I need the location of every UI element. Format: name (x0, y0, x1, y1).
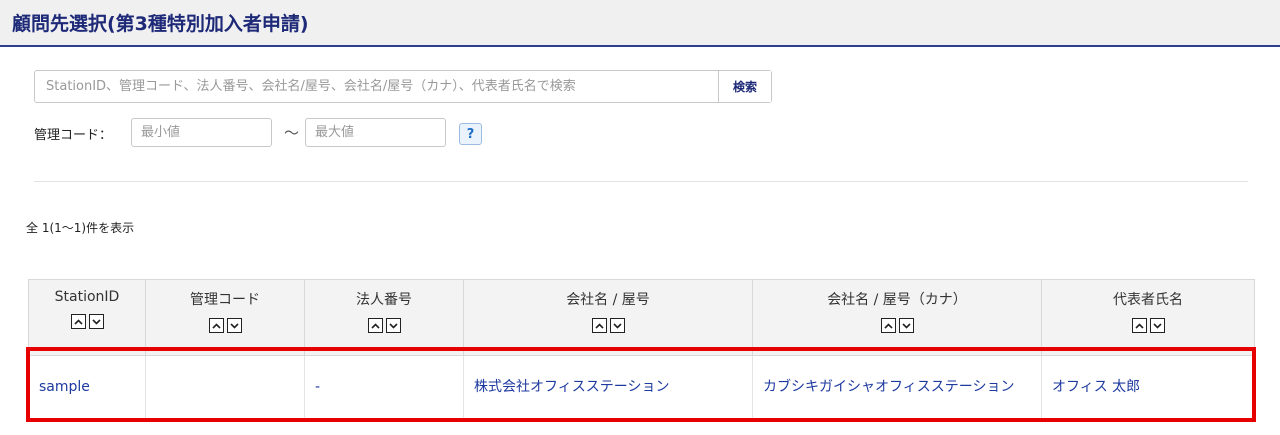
chevron-up-icon[interactable] (1131, 318, 1147, 333)
column-header-station-id: StationID (28, 279, 146, 356)
search-button[interactable]: 検索 (718, 71, 771, 102)
cell-company-name[interactable]: 株式会社オフィスステーション (463, 355, 753, 419)
chevron-up-icon[interactable] (880, 318, 896, 333)
column-header-management-code: 管理コード (145, 279, 305, 356)
sort-controls (880, 318, 914, 333)
column-label: 管理コード (190, 292, 260, 308)
chevron-up-icon[interactable] (591, 318, 607, 333)
cell-representative[interactable]: オフィス 太郎 (1041, 355, 1255, 419)
chevron-down-icon[interactable] (385, 318, 401, 333)
chevron-down-icon[interactable] (898, 318, 914, 333)
chevron-down-icon[interactable] (609, 318, 625, 333)
column-label: 会社名 / 屋号（カナ） (827, 292, 967, 308)
column-label: 代表者氏名 (1113, 292, 1183, 308)
table-row[interactable]: sample - 株式会社オフィスステーション カブシキガイシャオフィスステーシ… (28, 355, 1255, 419)
chevron-up-icon[interactable] (208, 318, 224, 333)
cell-station-id[interactable]: sample (28, 355, 146, 419)
column-header-representative: 代表者氏名 (1041, 279, 1255, 356)
management-code-label: 管理コード： (34, 128, 113, 143)
chevron-up-icon[interactable] (367, 318, 383, 333)
chevron-up-icon[interactable] (70, 314, 86, 329)
chevron-down-icon[interactable] (226, 318, 242, 333)
cell-management-code[interactable] (145, 355, 305, 419)
page-title: 顧問先選択(第3種特別加入者申請) (12, 13, 309, 35)
code-min-input[interactable] (131, 118, 272, 147)
sort-controls (1131, 318, 1165, 333)
chevron-down-icon[interactable] (1149, 318, 1165, 333)
table-header-row: StationID 管理コード 法人番号 会社名 / 屋号 会社名 / 屋号（カ… (28, 279, 1255, 356)
code-max-input[interactable] (305, 118, 446, 147)
result-count: 全 1(1〜1)件を表示 (26, 221, 135, 235)
column-header-corporate-number: 法人番号 (304, 279, 464, 356)
results-table: StationID 管理コード 法人番号 会社名 / 屋号 会社名 / 屋号（カ… (28, 279, 1255, 419)
search-bar: 検索 (34, 70, 772, 103)
range-separator: 〜 (284, 124, 300, 142)
cell-company-name-kana[interactable]: カブシキガイシャオフィスステーション (752, 355, 1042, 419)
sort-controls (208, 318, 242, 333)
divider (34, 181, 1248, 182)
search-input[interactable] (35, 71, 718, 102)
chevron-down-icon[interactable] (88, 314, 104, 329)
column-label: 法人番号 (356, 292, 412, 308)
cell-corporate-number[interactable]: - (304, 355, 464, 419)
sort-controls (70, 314, 104, 329)
column-header-company-name-kana: 会社名 / 屋号（カナ） (752, 279, 1042, 356)
column-header-company-name: 会社名 / 屋号 (463, 279, 753, 356)
sort-controls (367, 318, 401, 333)
question-icon[interactable]: ? (459, 123, 482, 145)
column-label: 会社名 / 屋号 (566, 292, 650, 308)
column-label: StationID (54, 289, 120, 305)
sort-controls (591, 318, 625, 333)
page-header: 顧問先選択(第3種特別加入者申請) (0, 0, 1280, 47)
